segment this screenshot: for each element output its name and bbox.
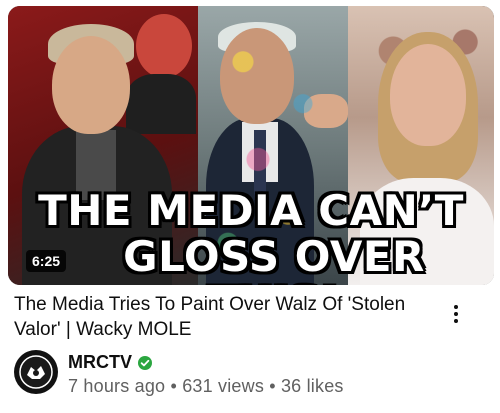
separator-dot: • [170,376,177,396]
thumbnail-headline-line2: GLOSS OVER THIS! [123,232,425,286]
view-count: 631 views [182,376,265,396]
video-card[interactable]: THE MEDIA CAN’T GLOSS OVER THIS! 6:25 Th… [0,0,500,413]
video-title[interactable]: The Media Tries To Paint Over Walz Of 'S… [14,292,434,342]
posted-time: 7 hours ago [68,376,166,396]
left-person-face [52,36,130,134]
duration-badge: 6:25 [26,250,67,272]
verified-check-icon [138,355,152,370]
more-options-icon[interactable] [446,302,466,330]
mrctv-logo-icon [19,355,53,389]
channel-name-row[interactable]: MRCTV [68,352,152,373]
like-count: 36 likes [280,376,344,396]
channel-name[interactable]: MRCTV [68,352,132,373]
separator-dot: • [269,376,276,396]
background-figure-body [126,74,196,134]
video-thumbnail[interactable]: THE MEDIA CAN’T GLOSS OVER THIS! 6:25 [8,6,494,285]
thumbnail-headline-line1: THE MEDIA CAN’T [38,186,464,235]
right-person-face [390,44,466,146]
channel-avatar[interactable] [14,350,58,394]
background-figure [136,14,192,78]
video-metadata: 7 hours ago • 631 views • 36 likes [68,376,344,397]
